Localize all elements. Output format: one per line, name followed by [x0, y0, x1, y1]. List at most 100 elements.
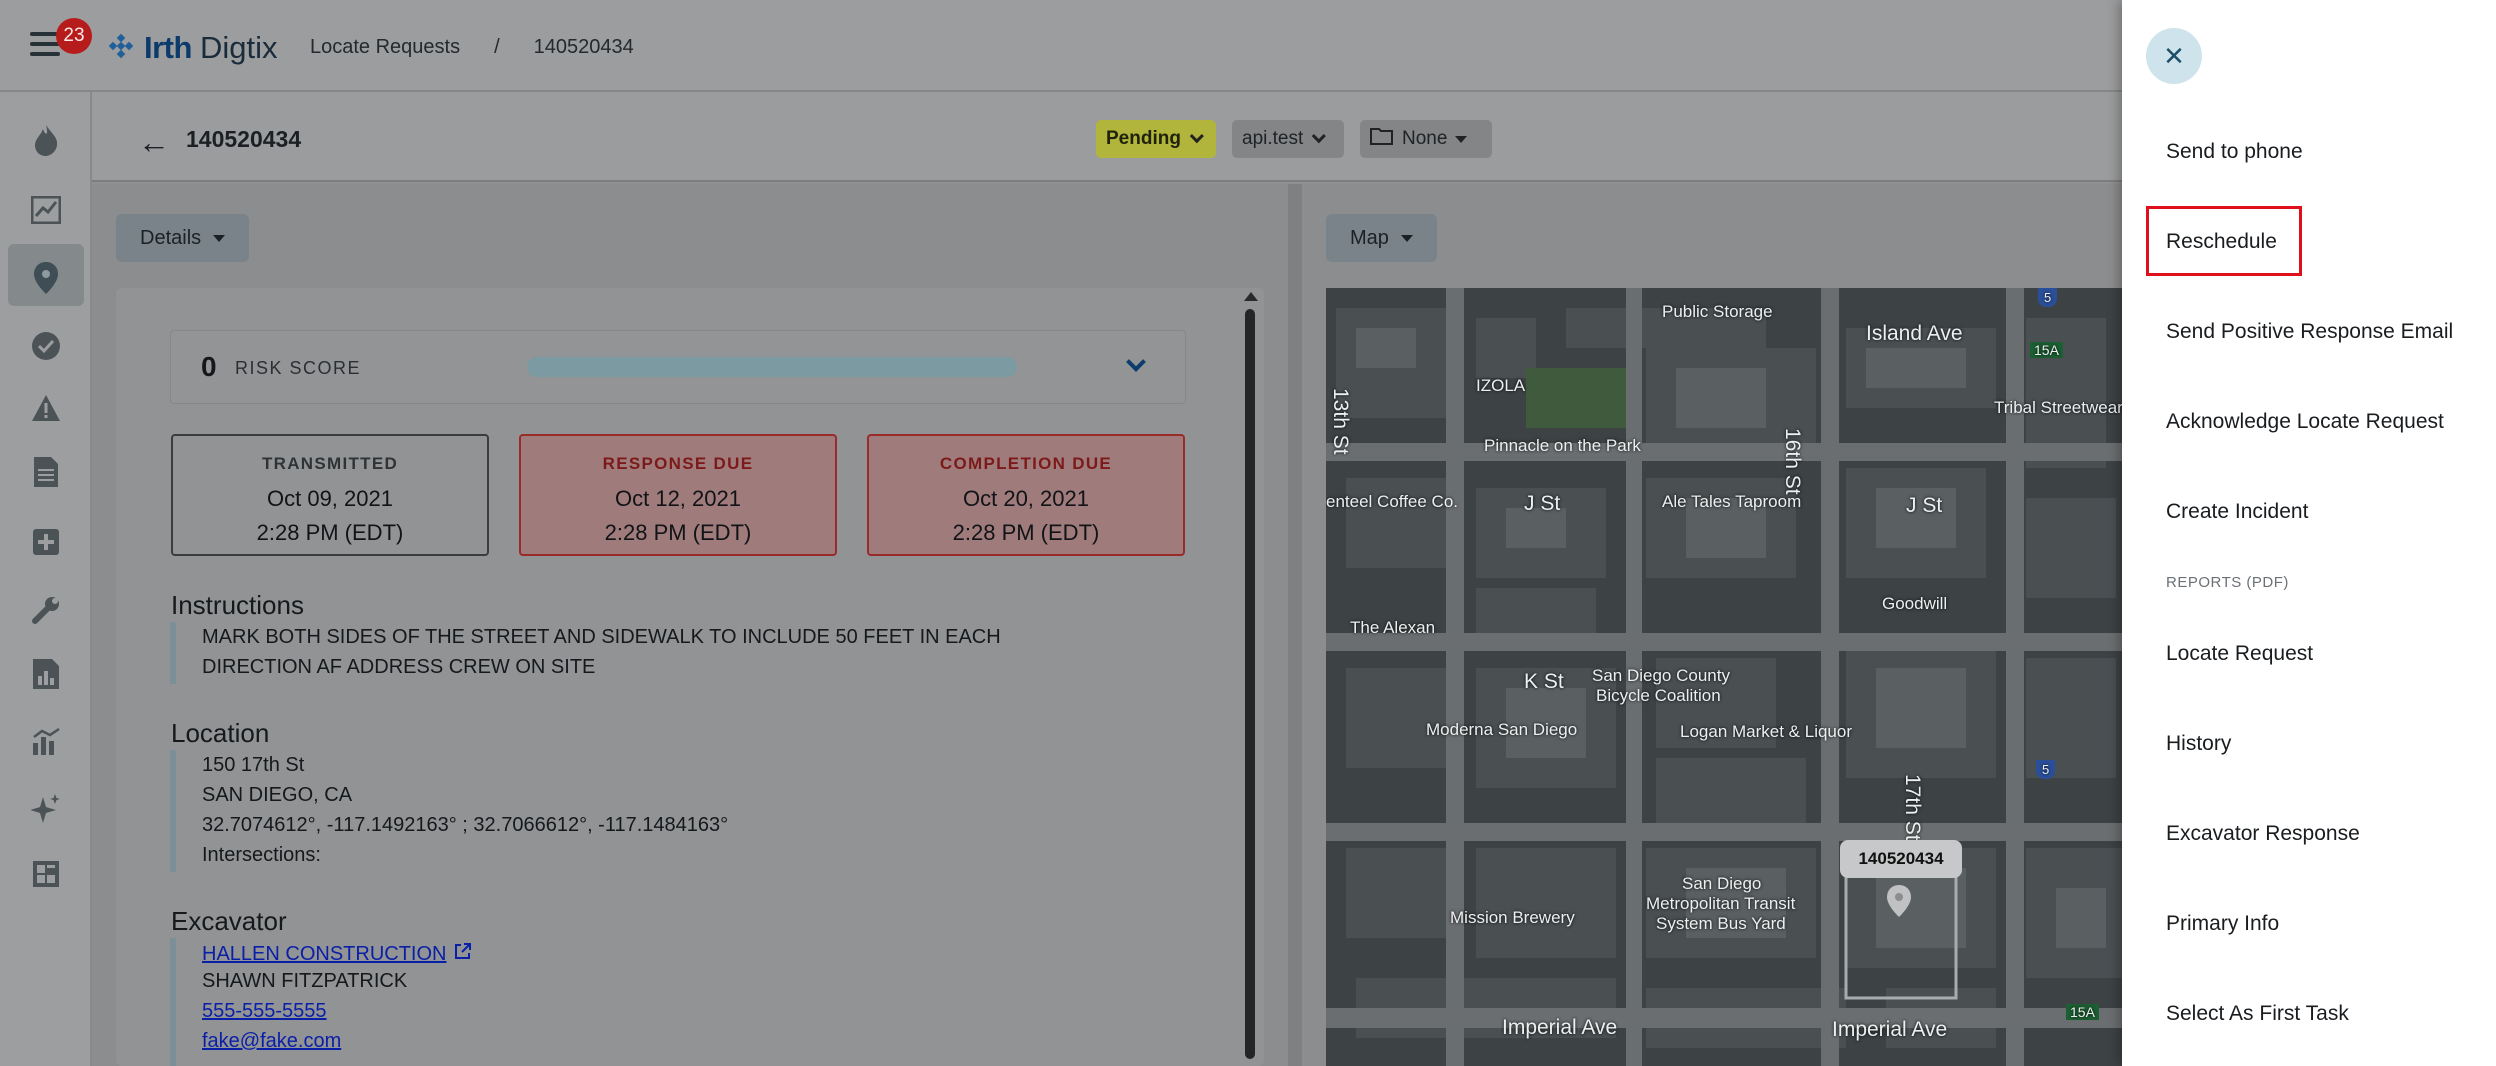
excavator-company-link[interactable]: HALLEN CONSTRUCTION: [202, 943, 446, 965]
close-icon[interactable]: ✕: [2146, 28, 2202, 84]
actions-drawer: ✕ Send to phone Reschedule Send Positive…: [2122, 0, 2496, 1066]
folder-label: None: [1402, 128, 1448, 149]
app-logo[interactable]: Irth Digtix: [106, 28, 277, 68]
scroll-up-icon[interactable]: [1244, 292, 1258, 301]
trend-chart-icon[interactable]: [28, 192, 64, 228]
map-label-goodwill: Goodwill: [1882, 594, 1948, 613]
reports-section-heading: REPORTS (PDF): [2166, 574, 2289, 591]
map-label-tribal-streetwear: Tribal Streetwear: [1994, 398, 2123, 417]
instructions-heading: Instructions: [171, 590, 304, 620]
external-link-icon[interactable]: [454, 943, 472, 965]
location-coordinates: 32.7074612°, -117.1492163° ; 32.7066612°…: [202, 814, 729, 836]
map-label-k-st: K St: [1524, 670, 1564, 693]
plus-icon[interactable]: [28, 524, 64, 560]
assignee-dropdown[interactable]: api.test: [1232, 120, 1344, 158]
check-circle-icon[interactable]: [28, 328, 64, 364]
details-tab-button[interactable]: Details: [116, 214, 250, 262]
menu-item-send-positive-response-email[interactable]: Send Positive Response Email: [2166, 320, 2453, 344]
panel-splitter[interactable]: [1288, 184, 1302, 1066]
map-label-bicycle-coalition: Bicycle Coalition: [1596, 686, 1721, 705]
menu-item-reschedule[interactable]: Reschedule: [2166, 230, 2277, 254]
breadcrumb-separator: /: [494, 36, 500, 58]
folder-dropdown[interactable]: None: [1360, 120, 1492, 158]
map-label-moderna: Moderna San Diego: [1426, 720, 1578, 739]
wrench-icon[interactable]: [28, 592, 64, 628]
logo-mark-icon: [108, 33, 134, 59]
map-label-island-ave: Island Ave: [1866, 322, 1963, 345]
caret-down-icon: [1400, 234, 1413, 242]
date-card-date: Oct 20, 2021: [963, 486, 1089, 511]
location-line: 150 17th St: [202, 754, 305, 776]
ticket-number: 140520434: [186, 126, 302, 152]
map-label-bus-yard: System Bus Yard: [1656, 914, 1786, 933]
instructions-line: MARK BOTH SIDES OF THE STREET AND SIDEWA…: [202, 626, 1001, 648]
location-line: SAN DIEGO, CA: [202, 784, 353, 806]
folder-icon: [1370, 126, 1394, 152]
caret-down-icon: [1455, 135, 1468, 143]
risk-score-label: RISK SCORE: [235, 358, 362, 378]
menu-item-history-pdf[interactable]: History: [2166, 732, 2231, 756]
map-pin-label[interactable]: 140520434: [1840, 840, 1962, 878]
map-label-13th-st: 13th St: [1329, 388, 1352, 455]
map-pin-icon[interactable]: [28, 260, 64, 296]
notification-badge[interactable]: 23: [56, 18, 92, 54]
excavator-email-link[interactable]: fake@fake.com: [202, 1030, 341, 1053]
transmitted-date-card: TRANSMITTED Oct 09, 2021 2:28 PM (EDT): [171, 434, 489, 556]
caret-down-icon: [213, 234, 226, 242]
date-card-time: 2:28 PM (EDT): [952, 520, 1100, 545]
menu-item-excavator-response-pdf[interactable]: Excavator Response: [2166, 822, 2360, 846]
highway-15a-marker: 15A: [2030, 342, 2063, 358]
map-label-izola: IZOLA: [1476, 376, 1526, 395]
menu-item-primary-info-pdf[interactable]: Primary Info: [2166, 912, 2279, 936]
menu-item-send-to-phone[interactable]: Send to phone: [2166, 140, 2303, 164]
location-accent: [170, 750, 176, 872]
instructions-accent: [170, 622, 176, 684]
risk-score-value: 0: [201, 351, 217, 382]
location-heading: Location: [171, 718, 270, 748]
chevron-down-icon[interactable]: [1126, 352, 1146, 372]
map-label-imperial-ave: Imperial Ave: [1502, 1016, 1618, 1039]
report-icon[interactable]: [28, 656, 64, 692]
map-label-16th-st: 16th St: [1781, 428, 1804, 495]
date-card-label: RESPONSE DUE: [602, 454, 754, 473]
breadcrumb: Locate Requests / 140520434: [310, 36, 634, 59]
status-dropdown[interactable]: Pending: [1096, 120, 1216, 158]
excavator-accent: [170, 938, 176, 1066]
map-label-pinnacle: Pinnacle on the Park: [1484, 436, 1641, 455]
details-scrollbar[interactable]: [1244, 292, 1258, 1066]
location-intersections: Intersections:: [202, 844, 321, 866]
interstate-5-shield: 5: [2038, 288, 2058, 307]
date-card-time: 2:28 PM (EDT): [256, 520, 404, 545]
breadcrumb-locate-requests[interactable]: Locate Requests: [310, 36, 460, 59]
left-sidebar: [0, 92, 92, 1066]
date-card-label: COMPLETION DUE: [939, 454, 1113, 473]
chevron-down-icon: [1312, 129, 1327, 144]
excavator-contact: SHAWN FITZPATRICK: [202, 970, 408, 992]
date-card-date: Oct 09, 2021: [267, 486, 393, 511]
scrollbar-thumb[interactable]: [1245, 309, 1255, 1059]
excavator-phone-link[interactable]: 555-555-5555: [202, 1000, 327, 1023]
logo-product: Digtix: [199, 30, 278, 65]
excavator-heading: Excavator: [171, 906, 287, 936]
back-arrow-icon[interactable]: ←: [138, 124, 170, 161]
map-label-j-st: J St: [1524, 492, 1561, 515]
grid-icon[interactable]: [28, 856, 64, 892]
map-label-ale-tales: Ale Tales Taproom: [1662, 492, 1802, 511]
menu-item-acknowledge-locate-request[interactable]: Acknowledge Locate Request: [2166, 410, 2444, 434]
risk-score-panel[interactable]: 0 RISK SCORE: [170, 330, 1186, 404]
bar-chart-icon[interactable]: [28, 724, 64, 760]
map-label-alexan: The Alexan: [1350, 618, 1436, 637]
menu-item-create-incident[interactable]: Create Incident: [2166, 500, 2308, 524]
map-marker-icon[interactable]: [1886, 884, 1912, 923]
date-card-date: Oct 12, 2021: [615, 486, 741, 511]
document-icon[interactable]: [28, 454, 64, 490]
warning-icon[interactable]: [28, 390, 64, 426]
chevron-down-icon: [1189, 129, 1204, 144]
map-tab-button[interactable]: Map: [1326, 214, 1437, 262]
map-label-mission-brewery: Mission Brewery: [1450, 908, 1575, 927]
flame-icon[interactable]: [28, 122, 64, 158]
sparkle-icon[interactable]: [28, 790, 64, 826]
menu-item-locate-request-pdf[interactable]: Locate Request: [2166, 642, 2313, 666]
map-label-coffee: enteel Coffee Co.: [1326, 492, 1458, 511]
menu-item-select-as-first-task[interactable]: Select As First Task: [2166, 1002, 2349, 1026]
